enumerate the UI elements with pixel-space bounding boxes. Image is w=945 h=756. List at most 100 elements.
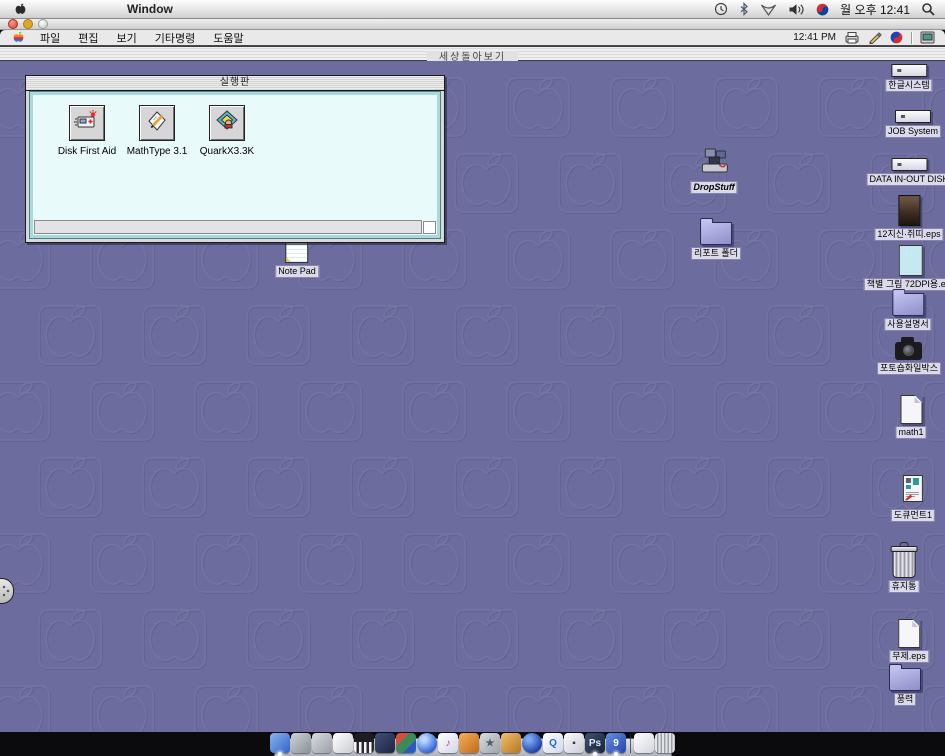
desktop-icon-eps-dark[interactable]: 12지신·쥐띠.eps — [874, 195, 943, 241]
notepad-icon — [286, 241, 309, 263]
resize-handle[interactable] — [423, 221, 436, 234]
desktop-icon-document[interactable]: 무제.eps — [889, 619, 929, 663]
pen-icon[interactable] — [868, 31, 882, 44]
dock-item-finder[interactable] — [270, 733, 290, 753]
korean-flag-icon[interactable] — [816, 3, 829, 16]
dock-item-safari[interactable] — [417, 733, 437, 753]
desktop-icon-label: Note Pad — [275, 265, 319, 278]
collapsed-window-titlebar[interactable]: 세상돌아보기 — [0, 46, 945, 61]
menubar-clock[interactable]: 월 오후 12:41 — [840, 1, 910, 18]
launcher-button-1[interactable] — [139, 105, 175, 141]
dock-item-star-utility[interactable]: ★ — [480, 733, 500, 753]
mathtype-icon — [143, 108, 171, 139]
desktop-icon-label: JOB System — [885, 125, 941, 138]
eps-dark-icon — [898, 195, 920, 226]
desktop-icon-label: 풍력 — [894, 693, 917, 706]
disk-first-aid-icon — [73, 108, 101, 139]
launcher-item: QuarkX3.3K — [192, 105, 262, 157]
eps-blue-icon — [899, 245, 923, 276]
desktop-icon-document[interactable]: math1 — [895, 395, 926, 439]
quark-icon — [213, 108, 241, 139]
osx-status-area: 월 오후 12:41 — [714, 1, 935, 18]
classic-status-area: 12:41 PM — [793, 31, 937, 44]
star-utility-glyph: ★ — [486, 738, 495, 749]
desktop-icon-folder[interactable]: 사용설명서 — [884, 288, 931, 331]
document-icon — [898, 619, 920, 648]
classic-clock-icon[interactable] — [714, 2, 728, 16]
docblocks-icon — [903, 475, 923, 507]
document-icon — [900, 395, 922, 424]
desktop-icon-dropstuff[interactable]: DropStuff — [690, 147, 737, 194]
dock-item-classic[interactable] — [312, 733, 332, 753]
dock-item-mac-os-9[interactable]: 9 — [606, 733, 626, 753]
dock-item-textedit[interactable] — [333, 733, 353, 753]
classic-clock[interactable]: 12:41 PM — [793, 32, 836, 43]
desktop-icon-folder[interactable]: 풍력 — [889, 663, 921, 706]
desktop-icon-label: 사용설명서 — [884, 318, 931, 331]
launcher-titlebar[interactable]: 실행판 — [26, 76, 444, 91]
input-swirl-icon[interactable] — [890, 31, 903, 44]
zoom-button[interactable] — [38, 19, 48, 29]
dock-item-ipod[interactable]: ▪ — [564, 733, 584, 753]
dock-item-image-capture[interactable] — [501, 733, 521, 753]
desktop-icon-label: 리포트 폴더 — [691, 247, 741, 260]
dock-item-photoshop[interactable]: Ps — [585, 733, 605, 753]
dock: ♪ ★ Q▪Ps9 — [270, 733, 676, 753]
launcher-items: Disk First AidMathType 3.1 QuarkX3.3K — [52, 105, 262, 157]
classic-menus: 파일편집보기기타명령도움말 — [31, 30, 253, 46]
classic-menu-3[interactable]: 기타명령 — [146, 30, 204, 46]
desktop-icon-docblocks[interactable]: 도큐먼트1 — [891, 475, 935, 522]
desktop-icon-label: 도큐먼트1 — [891, 509, 935, 522]
airport-icon[interactable] — [760, 3, 777, 16]
classic-menu-2[interactable]: 보기 — [108, 30, 146, 46]
apple-menu-icon[interactable] — [14, 2, 27, 17]
desktop-icon-label: DATA IN-OUT DISK — [866, 173, 945, 186]
launcher-item: Disk First Aid — [52, 105, 122, 157]
application-menu-icon[interactable] — [920, 31, 935, 44]
dock-item-system-preferences[interactable] — [291, 733, 311, 753]
classic-status-icons — [844, 31, 903, 44]
disk-icon — [895, 110, 931, 123]
itunes-glyph: ♪ — [446, 738, 451, 749]
bottom-bar: ♪ ★ Q▪Ps9 — [0, 732, 945, 756]
dock-item-profiler[interactable] — [396, 733, 416, 753]
disk-icon — [891, 158, 927, 171]
desktop-icon-disk[interactable]: JOB System — [885, 110, 941, 138]
osx-menubar: Window 월 오후 12:41 — [0, 0, 945, 19]
dock-item-toast[interactable] — [522, 733, 542, 753]
menu-window[interactable]: Window — [127, 2, 173, 16]
minimize-button[interactable] — [23, 19, 33, 29]
desktop-icon-disk[interactable]: 한글시스템 — [885, 64, 932, 92]
trash-icon — [893, 542, 916, 578]
osx-status-icons — [714, 2, 829, 16]
dock-item-document[interactable] — [634, 733, 654, 753]
dock-item-launcher-rocket[interactable] — [375, 733, 395, 753]
launcher-button-2[interactable] — [209, 105, 245, 141]
spotlight-icon[interactable] — [921, 2, 935, 16]
classic-menu-4[interactable]: 도움말 — [204, 30, 252, 46]
dock-item-iphoto[interactable] — [459, 733, 479, 753]
dock-item-itunes[interactable]: ♪ — [438, 733, 458, 753]
desktop-icon-notepad[interactable]: Note Pad — [275, 241, 319, 278]
volume-icon[interactable] — [788, 3, 805, 16]
folder-icon — [889, 663, 921, 691]
classic-apple-menu-icon[interactable] — [12, 30, 25, 45]
desktop-icon-camera[interactable]: 포토숍화일박스 — [877, 333, 941, 375]
classic-menu-0[interactable]: 파일 — [31, 30, 69, 46]
close-button[interactable] — [8, 19, 18, 29]
running-indicator — [614, 752, 618, 756]
classic-menu-1[interactable]: 편집 — [69, 30, 107, 46]
launcher-button-0[interactable] — [69, 105, 105, 141]
desktop-icon-folder[interactable]: 리포트 폴더 — [691, 217, 741, 260]
desktop-icon-eps-blue[interactable]: 책별 그림 72DPI용.eps — [864, 245, 945, 291]
desktop-icon-trash[interactable]: 휴지통 — [889, 542, 920, 593]
dock-item-midi-keyboard[interactable] — [354, 733, 374, 753]
bluetooth-icon[interactable] — [739, 2, 749, 16]
desktop-icon-disk[interactable]: DATA IN-OUT DISK — [866, 158, 945, 186]
dock-item-dock-trash[interactable] — [655, 733, 675, 753]
launcher-item-label: QuarkX3.3K — [200, 146, 254, 157]
classic-window-titlebar[interactable] — [0, 19, 945, 30]
launcher-item: MathType 3.1 — [122, 105, 192, 157]
dock-item-quicktime[interactable]: Q — [543, 733, 563, 753]
printer-icon[interactable] — [844, 31, 860, 44]
